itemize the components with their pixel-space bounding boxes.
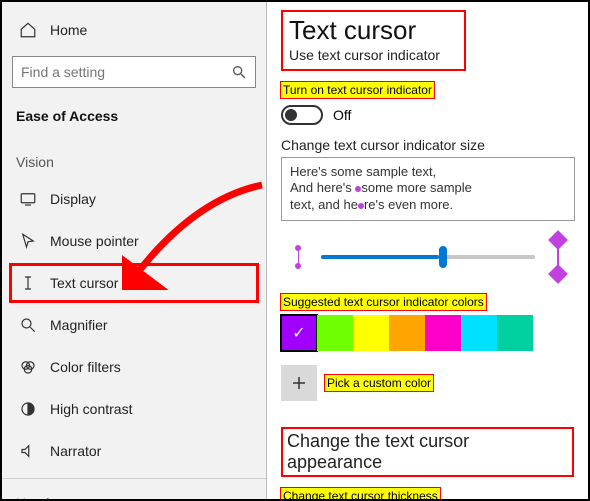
home-icon xyxy=(16,21,40,39)
check-icon: ✓ xyxy=(292,323,305,343)
search-icon xyxy=(223,64,255,80)
mouse-pointer-icon xyxy=(16,232,40,250)
size-label: Change text cursor indicator size xyxy=(281,137,574,153)
sidebar-item-magnifier[interactable]: Magnifier xyxy=(2,304,266,346)
narrator-icon xyxy=(16,442,40,460)
sidebar-item-text-cursor[interactable]: Text cursor xyxy=(8,262,260,304)
sidebar-item-label: High contrast xyxy=(50,401,132,417)
sample-line: re's even more. xyxy=(364,197,453,212)
pick-custom-color-button[interactable] xyxy=(281,365,317,401)
search-input[interactable] xyxy=(13,64,223,80)
sidebar-item-label: Text cursor xyxy=(50,275,118,291)
size-slider-row xyxy=(281,233,575,281)
sample-line: Here's some sample text, xyxy=(290,164,436,179)
sidebar-item-label: Mouse pointer xyxy=(50,233,139,249)
color-swatch[interactable] xyxy=(389,315,425,351)
sidebar-item-high-contrast[interactable]: High contrast xyxy=(2,388,266,430)
main-panel: Text cursor Use text cursor indicator Tu… xyxy=(267,2,588,499)
nav-home[interactable]: Home xyxy=(2,10,266,50)
sidebar-divider xyxy=(2,478,266,479)
color-swatch[interactable] xyxy=(497,315,533,351)
color-filters-icon xyxy=(16,358,40,376)
hearing-group-label: Hearing xyxy=(2,485,266,499)
vision-group-label: Vision xyxy=(2,132,266,178)
sidebar-item-display[interactable]: Display xyxy=(2,178,266,220)
section-title: Ease of Access xyxy=(2,98,266,132)
nav-home-label: Home xyxy=(50,22,87,38)
sample-line: some more sample xyxy=(361,180,472,195)
size-slider-min-icon xyxy=(281,245,315,269)
sample-line: And here's xyxy=(290,180,355,195)
color-swatch[interactable] xyxy=(317,315,353,351)
swatches-heading: Suggested text cursor indicator colors xyxy=(281,294,486,310)
sidebar-item-label: Display xyxy=(50,191,96,207)
toggle-heading: Turn on text cursor indicator xyxy=(281,82,434,98)
search-box[interactable] xyxy=(12,56,256,88)
page-subtitle: Use text cursor indicator xyxy=(289,47,458,63)
text-cursor-icon xyxy=(16,274,40,292)
pick-custom-label: Pick a custom color xyxy=(325,375,433,391)
sidebar-item-color-filters[interactable]: Color filters xyxy=(2,346,266,388)
sample-text-box: Here's some sample text, And here's some… xyxy=(281,157,575,222)
appearance-title: Change the text cursor appearance xyxy=(287,431,568,473)
high-contrast-icon xyxy=(16,400,40,418)
sidebar-item-label: Magnifier xyxy=(50,317,108,333)
sidebar-item-label: Color filters xyxy=(50,359,121,375)
page-title: Text cursor xyxy=(289,16,458,45)
display-icon xyxy=(16,190,40,208)
thickness-label: Change text cursor thickness xyxy=(281,488,440,499)
sidebar: Home Ease of Access Vision Display Mouse… xyxy=(2,2,267,499)
sample-line: text, and he xyxy=(290,197,358,212)
color-swatches: ✓ xyxy=(281,315,574,351)
sidebar-item-narrator[interactable]: Narrator xyxy=(2,430,266,472)
size-slider[interactable] xyxy=(321,255,535,259)
color-swatch[interactable] xyxy=(461,315,497,351)
color-swatch[interactable]: ✓ xyxy=(281,315,317,351)
appearance-title-box: Change the text cursor appearance xyxy=(281,427,574,477)
size-slider-max-icon xyxy=(541,233,575,281)
color-swatch[interactable] xyxy=(353,315,389,351)
toggle-state-label: Off xyxy=(333,107,351,123)
indicator-toggle[interactable] xyxy=(281,105,323,125)
color-swatch[interactable] xyxy=(425,315,461,351)
sidebar-item-mouse-pointer[interactable]: Mouse pointer xyxy=(2,220,266,262)
sidebar-item-label: Narrator xyxy=(50,443,101,459)
magnifier-icon xyxy=(16,316,40,334)
title-highlight-box: Text cursor Use text cursor indicator xyxy=(281,10,466,71)
